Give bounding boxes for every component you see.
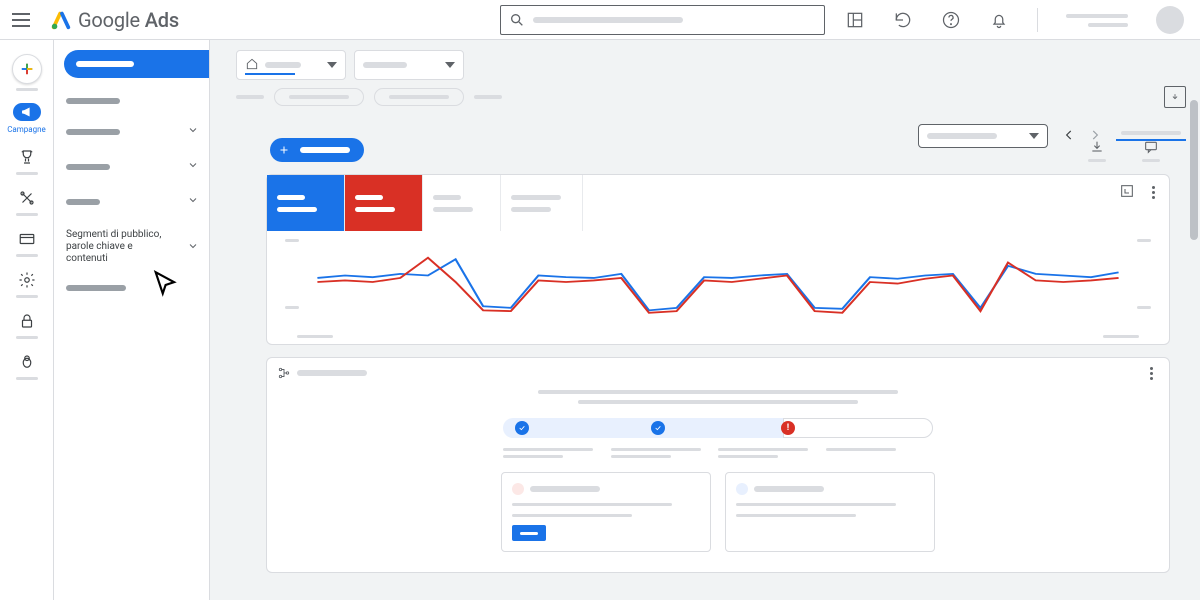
campaign-selector[interactable]	[354, 50, 464, 80]
line-chart	[279, 237, 1157, 327]
secondary-nav: Segmenti di pubblico, parole chiave e co…	[54, 40, 210, 600]
recommendation-item-1[interactable]	[501, 472, 711, 552]
card-icon	[16, 228, 38, 250]
metric-tab-3[interactable]	[423, 175, 501, 231]
left-rail: Campagne	[0, 40, 54, 600]
card-title	[277, 366, 367, 380]
gear-icon	[16, 269, 38, 291]
step-3-error: !	[781, 421, 795, 435]
view-tab[interactable]	[1116, 131, 1186, 141]
reports-icon[interactable]	[845, 10, 865, 30]
tools-icon	[16, 187, 38, 209]
tree-icon	[277, 366, 291, 380]
apply-button[interactable]	[512, 525, 546, 541]
plus-icon	[12, 54, 42, 84]
step-1-ok	[515, 421, 529, 435]
metric-tabs	[267, 175, 1169, 231]
caret-down-icon	[327, 60, 337, 70]
chevron-down-icon	[187, 159, 199, 174]
caret-down-icon	[1029, 131, 1039, 141]
main-menu-button[interactable]	[12, 8, 36, 32]
expand-chart-button[interactable]	[1119, 183, 1135, 202]
recommendation-card: !	[266, 357, 1170, 573]
breadcrumb-chips	[210, 86, 1200, 116]
rail-admin[interactable]	[5, 263, 49, 302]
nav-item-2[interactable]	[64, 114, 203, 149]
bug-icon	[16, 351, 38, 373]
header-actions	[845, 0, 1184, 40]
card-heading	[407, 390, 1029, 404]
account-label[interactable]	[1066, 14, 1128, 27]
nav-item-3[interactable]	[64, 149, 203, 184]
megaphone-icon	[13, 103, 41, 121]
card-menu-button[interactable]	[1143, 367, 1159, 380]
rail-billing[interactable]	[5, 222, 49, 261]
recommendation-item-2[interactable]	[725, 472, 935, 552]
metric-tab-1[interactable]	[267, 175, 345, 231]
rail-campaigns-label: Campagne	[7, 125, 46, 134]
search-icon	[509, 12, 525, 28]
divider	[1037, 8, 1038, 32]
product-logo: Google Ads	[50, 8, 179, 32]
nav-audiences[interactable]: Segmenti di pubblico, parole chiave e co…	[64, 219, 203, 275]
filter-chip[interactable]	[274, 88, 364, 106]
help-icon[interactable]	[941, 10, 961, 30]
prev-period-button[interactable]	[1062, 128, 1076, 145]
progress-stepper: !	[503, 418, 933, 438]
ads-logo-icon	[50, 9, 72, 31]
notifications-icon[interactable]	[989, 10, 1009, 30]
main-content: !	[210, 40, 1200, 600]
filter-chip[interactable]	[374, 88, 464, 106]
metric-tab-2[interactable]	[345, 175, 423, 231]
chevron-down-icon	[187, 194, 199, 209]
global-search[interactable]	[500, 5, 825, 35]
trophy-icon	[16, 146, 38, 168]
nav-item-6[interactable]	[64, 275, 203, 301]
plus-icon	[276, 142, 292, 158]
rail-tools[interactable]	[5, 181, 49, 220]
chevron-down-icon	[187, 124, 199, 139]
nav-overview[interactable]	[64, 50, 209, 78]
info-icon	[736, 483, 748, 495]
app-header: Google Ads	[0, 0, 1200, 40]
warn-icon	[512, 483, 524, 495]
next-period-button[interactable]	[1088, 128, 1102, 145]
nav-item-1[interactable]	[64, 88, 203, 114]
date-nav	[918, 124, 1186, 148]
caret-down-icon	[445, 60, 455, 70]
rail-bug[interactable]	[5, 345, 49, 384]
performance-chart-card	[266, 174, 1170, 345]
rail-campaigns[interactable]: Campagne	[5, 97, 49, 138]
step-2-ok	[651, 421, 665, 435]
save-view-button[interactable]	[1164, 86, 1186, 108]
home-icon	[245, 57, 259, 74]
create-button[interactable]	[5, 48, 49, 95]
refresh-icon[interactable]	[893, 10, 913, 30]
product-name: Google Ads	[78, 8, 179, 32]
step-labels	[503, 448, 933, 458]
scrollbar[interactable]	[1190, 100, 1198, 240]
scope-selectors	[210, 40, 1200, 86]
new-campaign-button[interactable]	[270, 138, 364, 162]
date-range-picker[interactable]	[918, 124, 1048, 148]
avatar[interactable]	[1156, 6, 1184, 34]
lock-icon	[16, 310, 38, 332]
metric-tab-4[interactable]	[501, 175, 583, 231]
chevron-down-icon	[187, 240, 199, 255]
rail-goals[interactable]	[5, 140, 49, 179]
account-selector[interactable]	[236, 50, 346, 80]
nav-item-4[interactable]	[64, 184, 203, 219]
rail-security[interactable]	[5, 304, 49, 343]
card-menu-button[interactable]	[1145, 183, 1161, 202]
